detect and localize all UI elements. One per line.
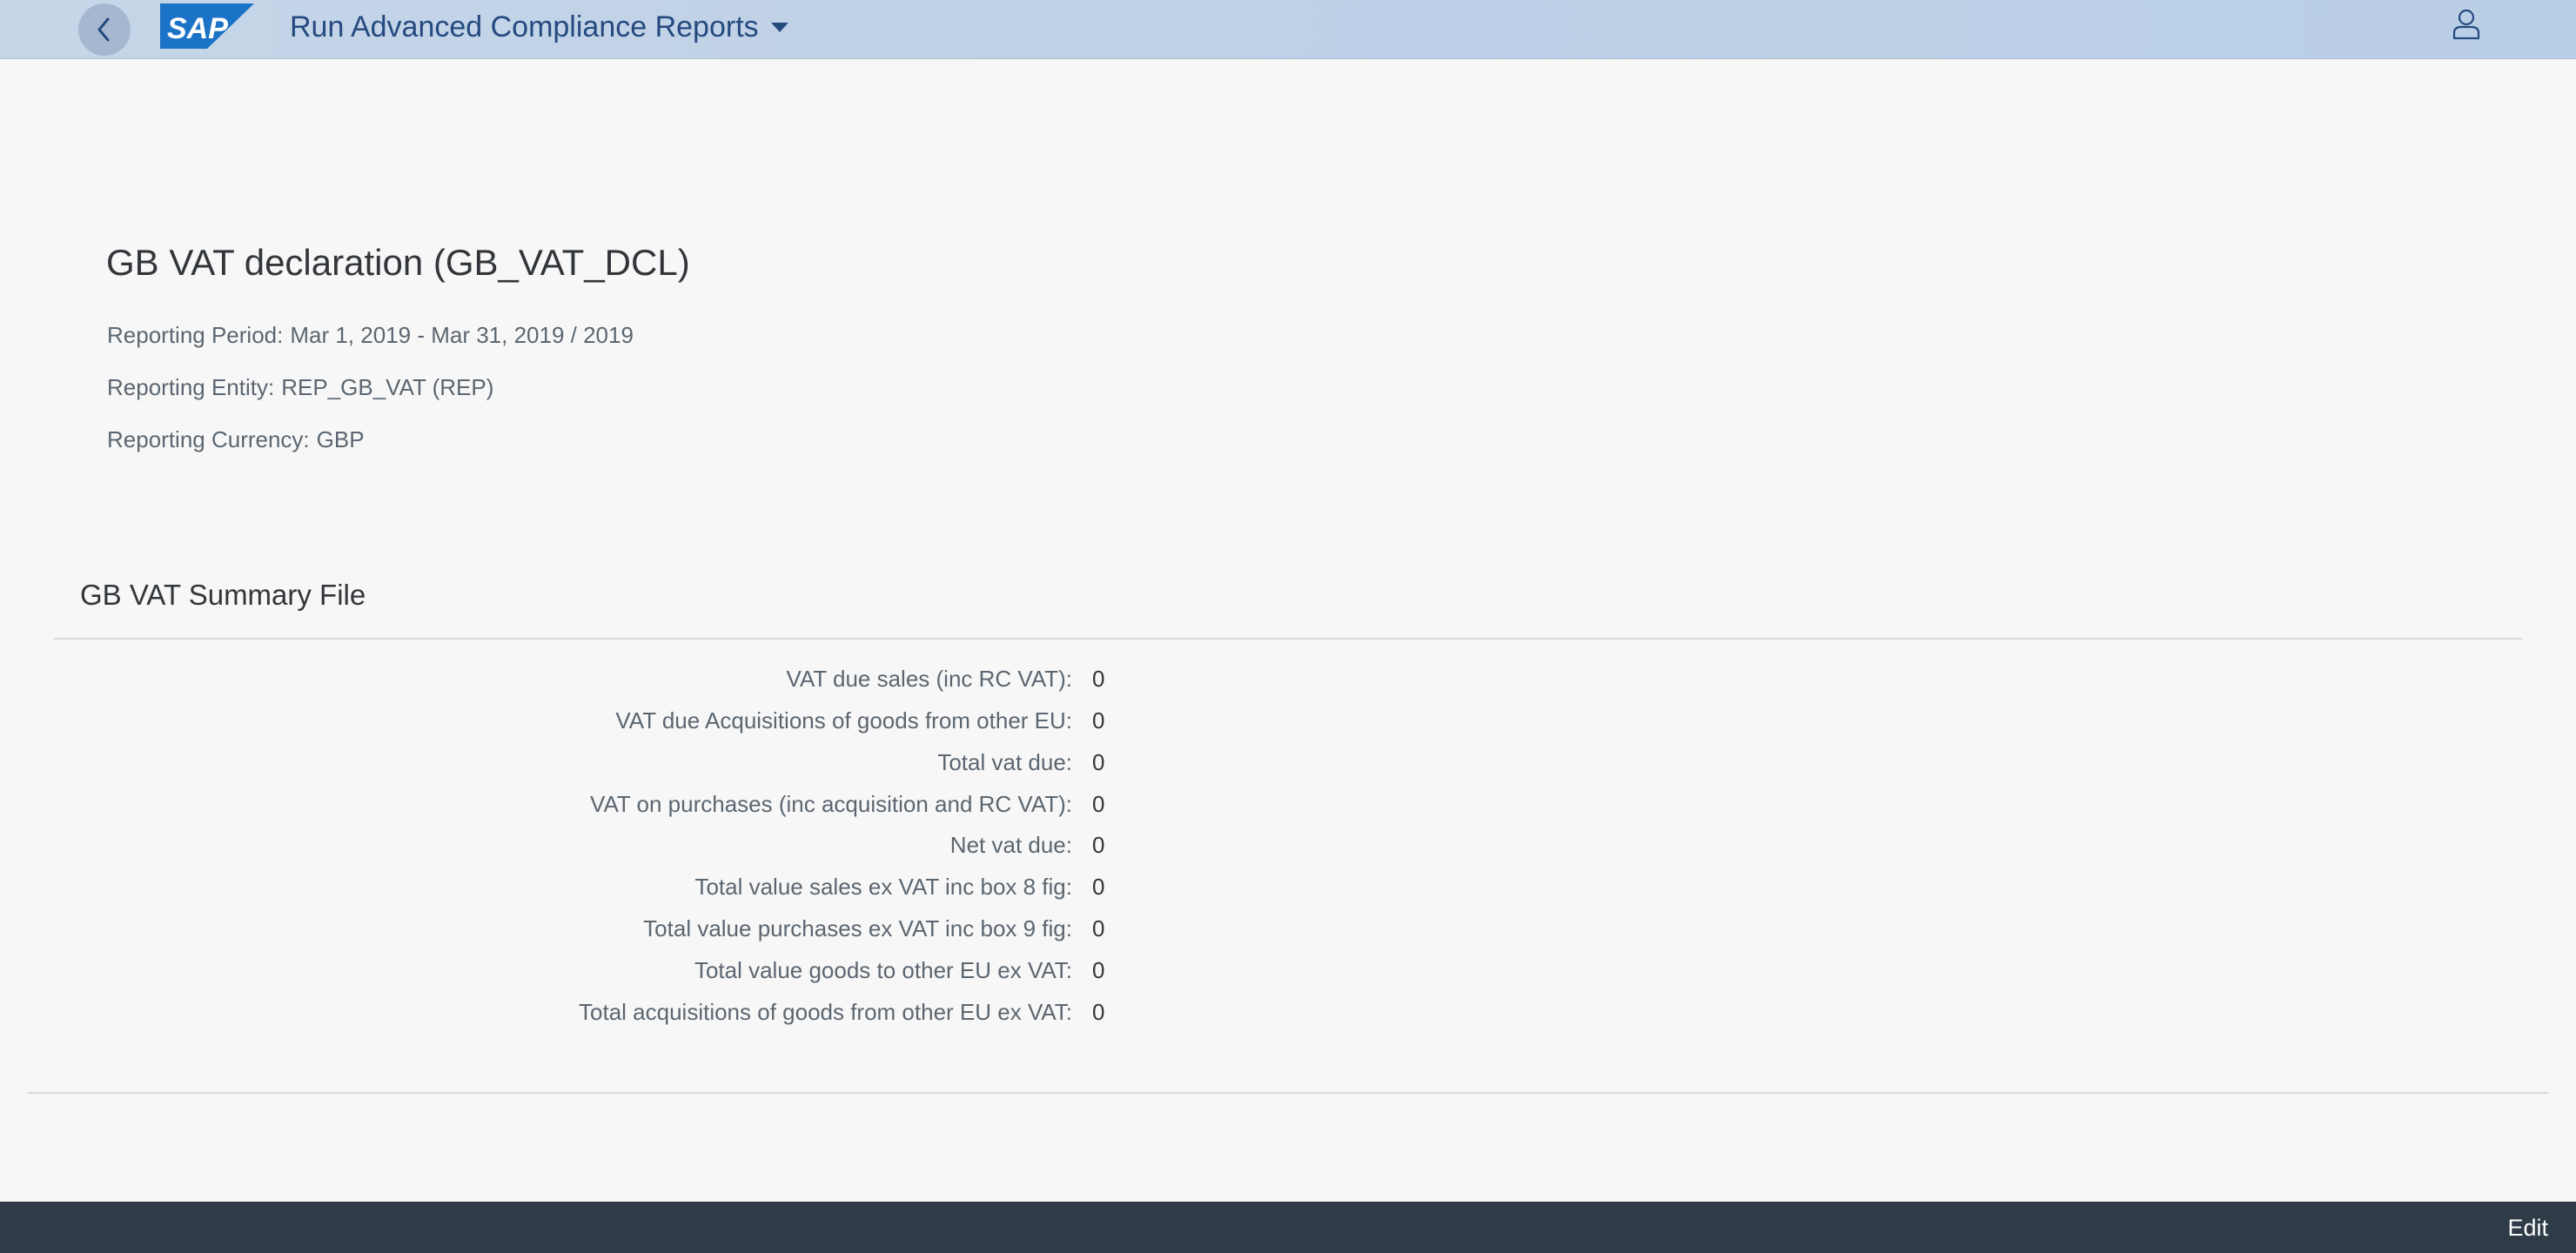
form-label: VAT on purchases (inc acquisition and RC…: [590, 791, 1072, 817]
reporting-currency-label: Reporting Currency:: [107, 426, 310, 452]
back-icon: [97, 17, 110, 42]
form-label: Total value purchases ex VAT inc box 9 f…: [643, 915, 1072, 941]
form-value: 0: [1092, 666, 1105, 692]
footer-toolbar: Edit: [0, 1202, 2576, 1253]
form-row: Total value sales ex VAT inc box 8 fig: …: [0, 874, 1218, 908]
form-value: 0: [1092, 791, 1105, 817]
form-row: VAT on purchases (inc acquisition and RC…: [0, 791, 1218, 826]
form-row: Total value goods to other EU ex VAT: 0: [0, 957, 1218, 992]
sap-logo-text: SAP: [167, 12, 228, 45]
section-title: GB VAT Summary File: [80, 579, 366, 611]
form-row: VAT due sales (inc RC VAT): 0: [0, 666, 1218, 700]
form-label: VAT due Acquisitions of goods from other…: [615, 707, 1072, 734]
user-icon[interactable]: [2447, 5, 2485, 44]
sap-logo[interactable]: SAP: [160, 3, 254, 49]
form-value: 0: [1092, 957, 1105, 983]
reporting-entity-value: REP_GB_VAT (REP): [281, 374, 494, 400]
content-divider: [28, 1092, 2548, 1094]
form-value: 0: [1092, 707, 1105, 734]
shell-bar: SAP Run Advanced Compliance Reports: [0, 0, 2576, 59]
reporting-entity: Reporting Entity: REP_GB_VAT (REP): [107, 374, 493, 401]
form-value: 0: [1092, 999, 1105, 1025]
form-row: VAT due Acquisitions of goods from other…: [0, 707, 1218, 742]
reporting-period: Reporting Period: Mar 1, 2019 - Mar 31, 2…: [107, 322, 634, 349]
form-label: Net vat due:: [949, 832, 1072, 858]
form-value: 0: [1092, 832, 1105, 858]
form-row: Total vat due: 0: [0, 749, 1218, 784]
form-row: Total acquisitions of goods from other E…: [0, 999, 1218, 1034]
form-row: Net vat due: 0: [0, 832, 1218, 867]
reporting-entity-label: Reporting Entity:: [107, 374, 275, 400]
app-title-menu[interactable]: Run Advanced Compliance Reports: [290, 5, 788, 49]
caret-down-icon: [770, 22, 788, 32]
app-title: Run Advanced Compliance Reports: [290, 10, 759, 44]
reporting-period-label: Reporting Period:: [107, 322, 284, 348]
form-value: 0: [1092, 874, 1105, 900]
form-value: 0: [1092, 749, 1105, 775]
form-label: Total value sales ex VAT inc box 8 fig:: [694, 874, 1072, 900]
form-label: VAT due sales (inc RC VAT):: [786, 666, 1072, 692]
section-divider: [54, 638, 2522, 640]
back-button[interactable]: [78, 3, 131, 56]
form-label: Total value goods to other EU ex VAT:: [694, 957, 1072, 983]
form-label: Total acquisitions of goods from other E…: [579, 999, 1072, 1025]
reporting-currency-value: GBP: [316, 426, 365, 452]
form-label: Total vat due:: [937, 749, 1072, 775]
form-value: 0: [1092, 915, 1105, 941]
report-title: GB VAT declaration (GB_VAT_DCL): [106, 242, 690, 283]
edit-button[interactable]: Edit: [2499, 1209, 2557, 1247]
form-row: Total value purchases ex VAT inc box 9 f…: [0, 915, 1218, 950]
reporting-currency: Reporting Currency: GBP: [107, 426, 365, 453]
reporting-period-value: Mar 1, 2019 - Mar 31, 2019 / 2019: [290, 322, 634, 348]
